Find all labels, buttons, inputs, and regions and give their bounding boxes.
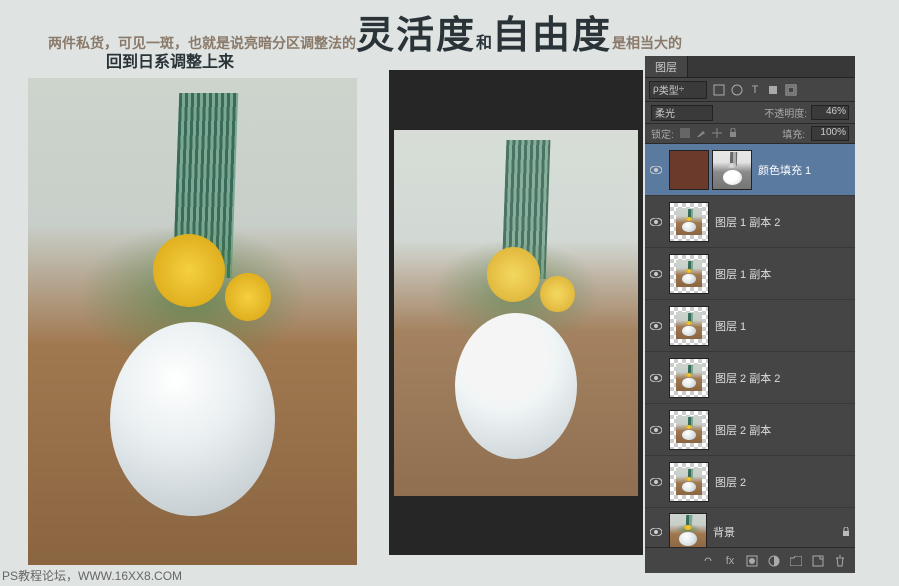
visibility-eye-icon[interactable] xyxy=(649,423,663,437)
tab-layers[interactable]: 图层 xyxy=(645,56,688,77)
blend-mode-select[interactable]: 柔光 xyxy=(651,105,713,121)
lock-label: 锁定: xyxy=(651,126,674,141)
heading-big1: 灵活度 xyxy=(356,4,476,59)
visibility-eye-icon[interactable] xyxy=(649,319,663,333)
layer-name[interactable]: 图层 2 副本 2 xyxy=(715,370,851,386)
layer-row[interactable]: 颜色填充 1 xyxy=(645,144,855,196)
filter-pixel-icon[interactable] xyxy=(711,82,727,98)
panel-filter-toolbar: ρ 类型 ÷ T xyxy=(645,78,855,102)
layer-row[interactable]: 图层 1 xyxy=(645,300,855,352)
layer-name[interactable]: 颜色填充 1 xyxy=(758,162,851,178)
layer-thumbnail[interactable] xyxy=(669,254,709,294)
footer-watermark: PS教程论坛，WWW.16XX8.COM xyxy=(2,567,182,584)
filter-kind-select[interactable]: ρ 类型 ÷ xyxy=(649,81,707,99)
layers-panel: 图层 ρ 类型 ÷ T 柔光 不透明度: 46% 锁定: 填充: 100% 颜色… xyxy=(645,56,855,573)
link-layers-icon[interactable] xyxy=(701,554,715,568)
lock-brush-icon[interactable] xyxy=(696,128,708,140)
heading-suffix: 是相当大的 xyxy=(612,33,682,53)
layer-row[interactable]: 图层 2 xyxy=(645,456,855,508)
new-layer-icon[interactable] xyxy=(811,554,825,568)
layer-name[interactable]: 图层 1 xyxy=(715,318,851,334)
layer-name[interactable]: 背景 xyxy=(713,524,835,540)
layer-mask-thumbnail[interactable] xyxy=(712,150,752,190)
layer-thumbnail[interactable] xyxy=(669,462,709,502)
opacity-input[interactable]: 46% xyxy=(811,105,849,120)
lock-move-icon[interactable] xyxy=(712,128,724,140)
fill-input[interactable]: 100% xyxy=(811,126,849,141)
panel-blend-row: 柔光 不透明度: 46% xyxy=(645,102,855,124)
layer-fx-icon[interactable]: fx xyxy=(723,554,737,568)
subheading: 回到日系调整上来 xyxy=(106,48,234,72)
filter-adjust-icon[interactable] xyxy=(729,82,745,98)
lock-transparent-icon[interactable] xyxy=(680,128,692,140)
filter-smart-icon[interactable] xyxy=(783,82,799,98)
layer-thumbnail[interactable] xyxy=(669,410,709,450)
heading-big2: 自由度 xyxy=(492,4,612,59)
layer-row[interactable]: 图层 2 副本 xyxy=(645,404,855,456)
layer-name[interactable]: 图层 1 副本 xyxy=(715,266,851,282)
layer-row[interactable]: 背景 xyxy=(645,508,855,547)
add-mask-icon[interactable] xyxy=(745,554,759,568)
add-adjustment-icon[interactable] xyxy=(767,554,781,568)
filter-type-icon[interactable]: T xyxy=(747,82,763,98)
panel-lock-row: 锁定: 填充: 100% xyxy=(645,124,855,144)
panel-bottom-toolbar: fx xyxy=(645,547,855,573)
layer-name[interactable]: 图层 1 副本 2 xyxy=(715,214,851,230)
visibility-eye-icon[interactable] xyxy=(649,267,663,281)
new-group-icon[interactable] xyxy=(789,554,803,568)
original-photo xyxy=(28,78,357,565)
delete-layer-icon[interactable] xyxy=(833,554,847,568)
visibility-eye-icon[interactable] xyxy=(649,371,663,385)
layer-thumbnail[interactable] xyxy=(669,306,709,346)
filter-shape-icon[interactable] xyxy=(765,82,781,98)
photoshop-canvas[interactable] xyxy=(389,70,643,555)
lock-all-icon[interactable] xyxy=(728,128,740,140)
layer-name[interactable]: 图层 2 副本 xyxy=(715,422,851,438)
layer-row[interactable]: 图层 1 副本 2 xyxy=(645,196,855,248)
layer-thumbnail[interactable] xyxy=(669,358,709,398)
visibility-eye-icon[interactable] xyxy=(649,215,663,229)
heading-and: 和 xyxy=(476,29,492,53)
layer-thumbnail[interactable] xyxy=(669,513,707,548)
layer-thumbnail[interactable] xyxy=(669,150,709,190)
layer-row[interactable]: 图层 1 副本 xyxy=(645,248,855,300)
visibility-eye-icon[interactable] xyxy=(649,525,663,539)
layer-row[interactable]: 图层 2 副本 2 xyxy=(645,352,855,404)
visibility-eye-icon[interactable] xyxy=(649,163,663,177)
visibility-eye-icon[interactable] xyxy=(649,475,663,489)
panel-tabs: 图层 xyxy=(645,56,855,78)
layers-list: 颜色填充 1 图层 1 副本 2 图层 1 副本图层 1 图层 2 副本 2 图层 2 … xyxy=(645,144,855,547)
edited-photo xyxy=(394,130,638,496)
lock-icon xyxy=(841,527,851,537)
fill-label: 填充: xyxy=(782,126,805,141)
layer-thumbnail[interactable] xyxy=(669,202,709,242)
layer-name[interactable]: 图层 2 xyxy=(715,474,851,490)
opacity-label: 不透明度: xyxy=(764,105,807,120)
